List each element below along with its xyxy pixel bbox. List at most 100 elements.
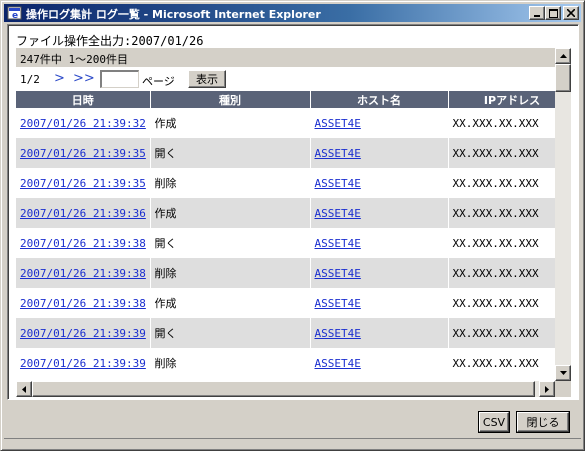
type-cell: 開く <box>150 138 311 168</box>
host-link[interactable]: ASSET4E <box>315 297 361 310</box>
host-link[interactable]: ASSET4E <box>315 147 361 160</box>
page-label: ページ <box>142 75 175 88</box>
table-row: 2007/01/26 21:39:39 削除 ASSET4E XX.XXX.XX… <box>16 348 555 378</box>
export-summary: ファイル操作全出力:2007/01/26 <box>16 34 204 48</box>
host-link[interactable]: ASSET4E <box>315 267 361 280</box>
host-link[interactable]: ASSET4E <box>315 237 361 250</box>
page-indicator: 1/2 <box>20 73 40 86</box>
arrow-left-icon <box>22 385 26 393</box>
last-page-link[interactable]: >> <box>73 71 95 86</box>
datetime-link[interactable]: 2007/01/26 21:39:38 <box>20 267 146 280</box>
log-table: 日時 種別 ホスト名 IPアドレス 2007/01/26 21:39:32 作成… <box>16 91 555 378</box>
type-cell: 作成 <box>150 108 311 138</box>
minimize-button[interactable] <box>529 6 545 20</box>
host-cell: ASSET4E <box>310 348 449 378</box>
ip-cell: XX.XXX.XX.XXX <box>448 228 555 258</box>
datetime-cell: 2007/01/26 21:39:35 <box>16 168 151 198</box>
horizontal-scrollbar[interactable] <box>16 381 555 397</box>
svg-text:e: e <box>12 11 18 21</box>
datetime-cell: 2007/01/26 21:39:39 <box>16 348 151 378</box>
page-number-input[interactable] <box>100 70 139 88</box>
datetime-link[interactable]: 2007/01/26 21:39:35 <box>20 177 146 190</box>
datetime-link[interactable]: 2007/01/26 21:39:32 <box>20 117 146 130</box>
record-count: 247件中 1～200件目 <box>16 48 555 67</box>
table-header-row: 日時 種別 ホスト名 IPアドレス <box>16 91 555 108</box>
type-cell: 削除 <box>150 258 311 288</box>
host-link[interactable]: ASSET4E <box>315 207 361 220</box>
host-link[interactable]: ASSET4E <box>315 327 361 340</box>
column-header-datetime[interactable]: 日時 <box>16 91 151 108</box>
table-row: 2007/01/26 21:39:35 開く ASSET4E XX.XXX.XX… <box>16 138 555 168</box>
table-row: 2007/01/26 21:39:38 作成 ASSET4E XX.XXX.XX… <box>16 288 555 318</box>
table-row: 2007/01/26 21:39:38 削除 ASSET4E XX.XXX.XX… <box>16 258 555 288</box>
ip-cell: XX.XXX.XX.XXX <box>448 108 555 138</box>
close-button[interactable]: 閉じる <box>517 412 569 432</box>
datetime-link[interactable]: 2007/01/26 21:39:39 <box>20 327 146 340</box>
datetime-cell: 2007/01/26 21:39:38 <box>16 288 151 318</box>
datetime-cell: 2007/01/26 21:39:38 <box>16 258 151 288</box>
browser-window: e 操作ログ集計 ログ一覧 - Microsoft Internet Explo… <box>0 0 585 451</box>
maximize-icon <box>548 8 558 18</box>
scroll-left-button[interactable] <box>16 381 32 397</box>
scroll-down-button[interactable] <box>555 365 571 381</box>
host-cell: ASSET4E <box>310 228 449 258</box>
ip-cell: XX.XXX.XX.XXX <box>448 318 555 348</box>
scroll-right-button[interactable] <box>539 381 555 397</box>
table-row: 2007/01/26 21:39:32 作成 ASSET4E XX.XXX.XX… <box>16 108 555 138</box>
host-cell: ASSET4E <box>310 168 449 198</box>
host-link[interactable]: ASSET4E <box>315 177 361 190</box>
maximize-button[interactable] <box>545 6 561 20</box>
title-bar[interactable]: e 操作ログ集計 ログ一覧 - Microsoft Internet Explo… <box>4 4 581 22</box>
host-cell: ASSET4E <box>310 138 449 168</box>
next-page-link[interactable]: > <box>54 71 65 86</box>
page-content: ファイル操作全出力:2007/01/26 247件中 1～200件目 1/2 >… <box>7 24 579 400</box>
table-row: 2007/01/26 21:39:35 削除 ASSET4E XX.XXX.XX… <box>16 168 555 198</box>
host-cell: ASSET4E <box>310 198 449 228</box>
datetime-cell: 2007/01/26 21:39:36 <box>16 198 151 228</box>
datetime-link[interactable]: 2007/01/26 21:39:38 <box>20 297 146 310</box>
ip-cell: XX.XXX.XX.XXX <box>448 348 555 378</box>
horizontal-scroll-thumb[interactable] <box>32 381 535 397</box>
host-cell: ASSET4E <box>310 288 449 318</box>
status-bar <box>4 438 581 448</box>
table-row: 2007/01/26 21:39:38 開く ASSET4E XX.XXX.XX… <box>16 228 555 258</box>
scrollbar-corner <box>555 381 571 397</box>
vertical-scrollbar[interactable] <box>555 48 571 381</box>
type-cell: 削除 <box>150 348 311 378</box>
column-header-type[interactable]: 種別 <box>150 91 311 108</box>
show-page-button[interactable]: 表示 <box>188 70 226 88</box>
type-cell: 作成 <box>150 198 311 228</box>
host-link[interactable]: ASSET4E <box>315 117 361 130</box>
arrow-up-icon <box>559 54 567 58</box>
ip-cell: XX.XXX.XX.XXX <box>448 138 555 168</box>
close-window-button[interactable] <box>563 6 579 20</box>
datetime-cell: 2007/01/26 21:39:39 <box>16 318 151 348</box>
scroll-up-button[interactable] <box>555 48 571 64</box>
arrow-right-icon <box>545 385 549 393</box>
host-link[interactable]: ASSET4E <box>315 357 361 370</box>
type-cell: 開く <box>150 318 311 348</box>
datetime-cell: 2007/01/26 21:39:35 <box>16 138 151 168</box>
ip-cell: XX.XXX.XX.XXX <box>448 168 555 198</box>
arrow-down-icon <box>559 371 567 375</box>
minimize-icon <box>534 15 540 17</box>
datetime-link[interactable]: 2007/01/26 21:39:39 <box>20 357 146 370</box>
csv-button[interactable]: CSV <box>479 412 509 432</box>
datetime-link[interactable]: 2007/01/26 21:39:35 <box>20 147 146 160</box>
internet-explorer-icon: e <box>7 6 22 21</box>
table-row: 2007/01/26 21:39:36 作成 ASSET4E XX.XXX.XX… <box>16 198 555 228</box>
host-cell: ASSET4E <box>310 108 449 138</box>
close-icon <box>567 9 575 17</box>
host-cell: ASSET4E <box>310 258 449 288</box>
vertical-scroll-thumb[interactable] <box>555 64 571 92</box>
type-cell: 削除 <box>150 168 311 198</box>
table-row: 2007/01/26 21:39:39 開く ASSET4E XX.XXX.XX… <box>16 318 555 348</box>
datetime-link[interactable]: 2007/01/26 21:39:36 <box>20 207 146 220</box>
column-header-host[interactable]: ホスト名 <box>310 91 449 108</box>
log-table-container: 日時 種別 ホスト名 IPアドレス 2007/01/26 21:39:32 作成… <box>16 91 555 381</box>
datetime-link[interactable]: 2007/01/26 21:39:38 <box>20 237 146 250</box>
column-header-ip[interactable]: IPアドレス <box>448 91 555 108</box>
type-cell: 開く <box>150 228 311 258</box>
ip-cell: XX.XXX.XX.XXX <box>448 258 555 288</box>
datetime-cell: 2007/01/26 21:39:32 <box>16 108 151 138</box>
